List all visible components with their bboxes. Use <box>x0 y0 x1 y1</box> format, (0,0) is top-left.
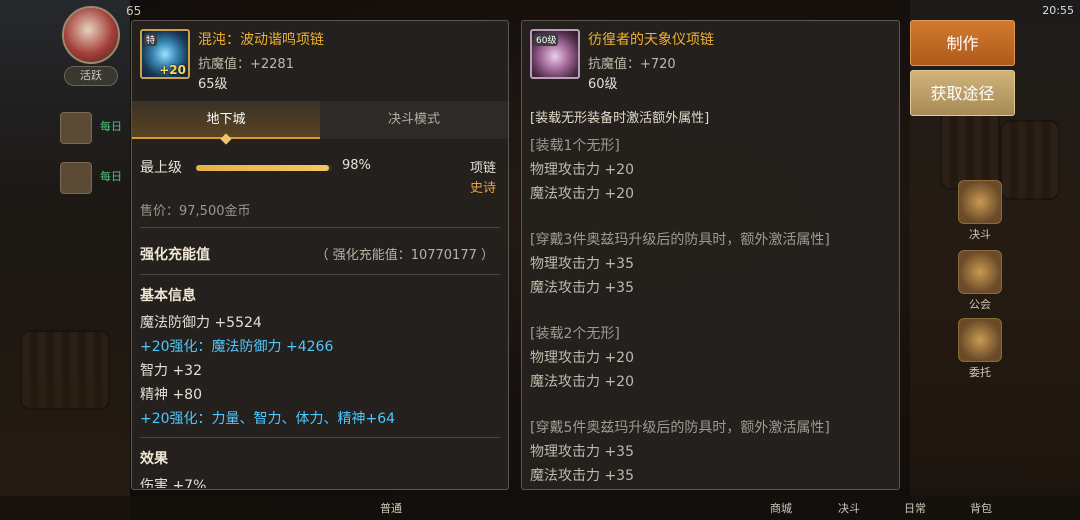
menu-commission[interactable]: 委托 <box>950 318 1010 380</box>
menu-guild[interactable]: 公会 <box>950 250 1010 312</box>
basic-stats-list: 魔法防御力 +5524 +20强化：魔法防御力 +4266 智力 +32 精神 +80… <box>132 311 508 431</box>
set-bonus-stat: 魔法攻击力 +35 <box>530 468 634 484</box>
price-row: 售价：97,500金币 <box>132 183 508 227</box>
item-level: 65级 <box>198 77 228 92</box>
set-bonus-condition: [装载1个无形] <box>530 138 620 154</box>
commission-icon <box>958 318 1002 362</box>
basic-stat-line: 精神 +80 <box>140 387 202 403</box>
item-name: 混沌：波动谐鸣项链 <box>198 32 324 48</box>
system-time: 20:55 <box>1042 4 1074 17</box>
side-label: 每日 <box>100 120 122 133</box>
set-bonus-condition: [穿戴3件奥兹玛升级后的防具时，额外激活属性] <box>530 232 830 248</box>
amplify-label: 强化充能值 <box>140 247 210 263</box>
divider <box>140 274 500 275</box>
set-bonus-stat: 魔法攻击力 +20 <box>530 374 634 390</box>
set-bonus-stat: 魔法攻击力 +20 <box>530 186 634 202</box>
basic-info-title: 基本信息 <box>140 288 196 304</box>
set-bonus-stat: 魔法攻击力 +35 <box>530 280 634 296</box>
bottom-item-shop[interactable]: 商城 <box>770 500 792 516</box>
menu-pvp[interactable]: 决斗 <box>950 180 1010 242</box>
pvp-icon <box>958 180 1002 224</box>
bottom-item-pvp[interactable]: 决斗 <box>838 500 860 516</box>
rank-percent: 98% <box>342 158 371 173</box>
set-bonus-condition: [穿戴5件奥兹玛升级后的防具时，额外激活属性] <box>530 420 830 436</box>
item-header: 特 +20 混沌：波动谐鸣项链 抗魔值：+2281 65级 <box>132 21 508 99</box>
set-bonus-stat: 物理攻击力 +20 <box>530 162 634 178</box>
item-name: 彷徨者的天象仪项链 <box>588 32 714 48</box>
basic-stat-line: 智力 +32 <box>140 363 202 379</box>
set-bonus-stat: 物理攻击力 +35 <box>530 444 634 460</box>
item-type: 项链 <box>469 161 496 176</box>
share-icon[interactable] <box>60 162 92 194</box>
astrolabe-necklace-icon: 60级 <box>530 29 580 79</box>
tab-pvp-mode[interactable]: 决斗模式 <box>320 101 508 139</box>
set-bonus-stat: 物理攻击力 +35 <box>530 256 634 272</box>
make-button[interactable]: 制作 <box>910 20 1015 66</box>
tab-dungeon[interactable]: 地下城 <box>132 101 320 145</box>
rank-progress-fill <box>196 165 330 171</box>
bottom-item-normal[interactable]: 普通 <box>380 500 402 516</box>
effect-title: 效果 <box>140 451 168 467</box>
basic-stat-line: +20强化：魔法防御力 +4266 <box>140 339 334 355</box>
item-level: 60级 <box>588 77 618 92</box>
rank-progress-bar <box>196 165 332 171</box>
player-level: 65 <box>126 4 142 18</box>
amplify-row: 强化充能值 （ 强化充能值：10770177 ） <box>132 228 508 274</box>
bottom-item-bag[interactable]: 背包 <box>970 500 992 516</box>
divider <box>140 437 500 438</box>
set-bonus-title: [装载无形装备时激活额外属性] <box>530 111 710 126</box>
basic-stat-line: +20强化：力量、智力、体力、精神+64 <box>140 411 396 427</box>
basic-stat-line: 魔法防御力 +5524 <box>140 315 262 331</box>
item-tooltip-left: 特 +20 混沌：波动谐鸣项链 抗魔值：+2281 65级 地下城 决斗模式 最… <box>131 20 509 490</box>
mode-tabs: 地下城 决斗模式 <box>132 101 508 145</box>
rank-label: 最上级 <box>140 160 182 176</box>
rank-row: 最上级 98% 项链 史诗 <box>132 139 508 196</box>
item-magic-resist: 抗魔值：+720 <box>588 57 676 72</box>
side-label: 每日 <box>100 170 122 183</box>
amplify-value: （ 强化充能值：10770177 ） <box>315 248 494 263</box>
guild-icon <box>958 250 1002 294</box>
status-pill[interactable]: 活跃 <box>64 66 118 86</box>
bottom-item-daily[interactable]: 日常 <box>904 500 926 516</box>
effect-line: 伤害 +7% <box>140 478 207 488</box>
item-magic-resist: 抗魔值：+2281 <box>198 57 294 72</box>
necklace-icon: 特 +20 <box>140 29 190 79</box>
set-bonus-condition: [装载2个无形] <box>530 326 620 342</box>
set-bonus-list: [装载1个无形] 物理攻击力 +20 魔法攻击力 +20 [穿戴3件奥兹玛升级后的防具… <box>522 134 899 488</box>
item-price: 售价：97,500金币 <box>140 204 251 219</box>
set-bonus-stat: 物理攻击力 +20 <box>530 350 634 366</box>
daily-quest-icon[interactable] <box>60 112 92 144</box>
item-tooltip-right: 60级 彷徨者的天象仪项链 抗魔值：+720 60级 [装载无形装备时激活额外属… <box>521 20 900 490</box>
item-header: 60级 彷徨者的天象仪项链 抗魔值：+720 60级 <box>522 21 899 99</box>
obtain-source-button[interactable]: 获取途径 <box>910 70 1015 116</box>
player-avatar[interactable] <box>62 6 120 64</box>
